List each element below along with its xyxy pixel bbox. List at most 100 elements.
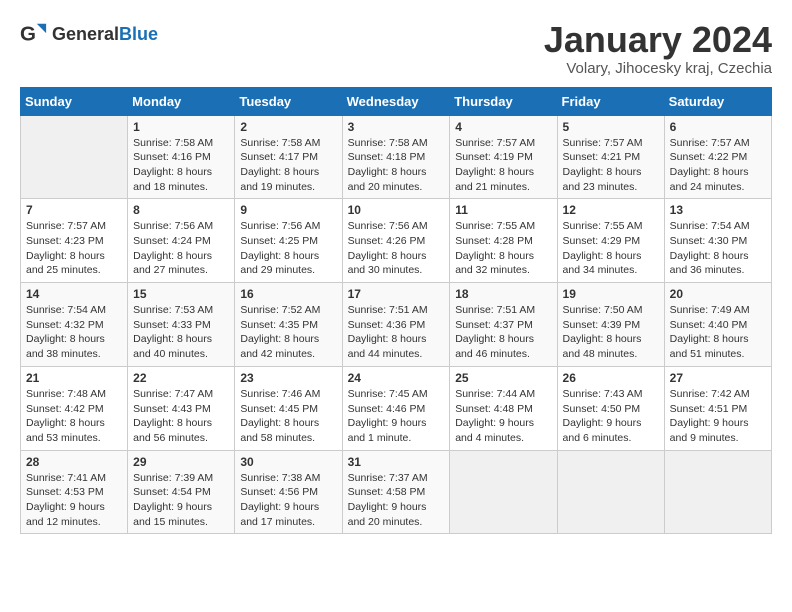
day-header-monday: Monday (128, 87, 235, 115)
day-header-sunday: Sunday (21, 87, 128, 115)
day-number: 1 (133, 120, 229, 134)
cell-info: Sunrise: 7:56 AMSunset: 4:26 PMDaylight:… (348, 219, 445, 278)
logo-blue: Blue (119, 24, 158, 44)
calendar-cell (21, 115, 128, 199)
day-number: 30 (240, 455, 336, 469)
calendar-cell: 26 Sunrise: 7:43 AMSunset: 4:50 PMDayligh… (557, 366, 664, 450)
cell-info: Sunrise: 7:57 AMSunset: 4:22 PMDaylight:… (670, 136, 766, 195)
day-number: 4 (455, 120, 551, 134)
calendar-cell: 21Sunrise: 7:48 AMSunset: 4:42 PMDayligh… (21, 366, 128, 450)
calendar-cell: 14Sunrise: 7:54 AMSunset: 4:32 PMDayligh… (21, 283, 128, 367)
day-number: 6 (670, 120, 766, 134)
cell-info: Sunrise: 7:38 AMSunset: 4:56 PMDaylight:… (240, 471, 336, 530)
cell-info: Sunrise: 7:47 AMSunset: 4:43 PMDaylight:… (133, 387, 229, 446)
calendar-cell: 4 Sunrise: 7:57 AMSunset: 4:19 PMDaylight… (450, 115, 557, 199)
day-number: 18 (455, 287, 551, 301)
day-number: 24 (348, 371, 445, 385)
calendar-cell (664, 450, 771, 534)
svg-text:G: G (20, 23, 36, 46)
cell-info: Sunrise: 7:51 AMSunset: 4:36 PMDaylight:… (348, 303, 445, 362)
cell-info: Sunrise: 7:56 AMSunset: 4:25 PMDaylight:… (240, 219, 336, 278)
calendar-cell: 15 Sunrise: 7:53 AMSunset: 4:33 PMDayligh… (128, 283, 235, 367)
cell-info: Sunrise: 7:39 AMSunset: 4:54 PMDaylight:… (133, 471, 229, 530)
calendar-week-row: 28Sunrise: 7:41 AMSunset: 4:53 PMDayligh… (21, 450, 772, 534)
day-number: 26 (563, 371, 659, 385)
calendar-week-row: 7 Sunrise: 7:57 AMSunset: 4:23 PMDaylight… (21, 199, 772, 283)
calendar-cell: 29 Sunrise: 7:39 AMSunset: 4:54 PMDayligh… (128, 450, 235, 534)
cell-info: Sunrise: 7:58 AMSunset: 4:17 PMDaylight:… (240, 136, 336, 195)
cell-info: Sunrise: 7:58 AMSunset: 4:16 PMDaylight:… (133, 136, 229, 195)
cell-info: Sunrise: 7:50 AMSunset: 4:39 PMDaylight:… (563, 303, 659, 362)
calendar-cell: 19 Sunrise: 7:50 AMSunset: 4:39 PMDayligh… (557, 283, 664, 367)
cell-info: Sunrise: 7:44 AMSunset: 4:48 PMDaylight:… (455, 387, 551, 446)
day-number: 17 (348, 287, 445, 301)
calendar-cell (557, 450, 664, 534)
calendar-cell: 25 Sunrise: 7:44 AMSunset: 4:48 PMDayligh… (450, 366, 557, 450)
day-header-tuesday: Tuesday (235, 87, 342, 115)
day-header-saturday: Saturday (664, 87, 771, 115)
calendar-cell (450, 450, 557, 534)
logo-general: General (52, 24, 119, 44)
day-header-thursday: Thursday (450, 87, 557, 115)
calendar-cell: 12 Sunrise: 7:55 AMSunset: 4:29 PMDayligh… (557, 199, 664, 283)
day-number: 10 (348, 203, 445, 217)
day-number: 16 (240, 287, 336, 301)
day-number: 19 (563, 287, 659, 301)
calendar-cell: 11 Sunrise: 7:55 AMSunset: 4:28 PMDayligh… (450, 199, 557, 283)
calendar-cell: 7 Sunrise: 7:57 AMSunset: 4:23 PMDaylight… (21, 199, 128, 283)
calendar-table: SundayMondayTuesdayWednesdayThursdayFrid… (20, 87, 772, 535)
calendar-cell: 17 Sunrise: 7:51 AMSunset: 4:36 PMDayligh… (342, 283, 450, 367)
day-number: 5 (563, 120, 659, 134)
day-number: 23 (240, 371, 336, 385)
day-number: 31 (348, 455, 445, 469)
calendar-cell: 18Sunrise: 7:51 AMSunset: 4:37 PMDayligh… (450, 283, 557, 367)
page-header: G GeneralBlue January 2024 Volary, Jihoc… (20, 20, 772, 77)
logo: G GeneralBlue (20, 20, 158, 48)
calendar-cell: 2 Sunrise: 7:58 AMSunset: 4:17 PMDaylight… (235, 115, 342, 199)
day-number: 2 (240, 120, 336, 134)
calendar-cell: 13 Sunrise: 7:54 AMSunset: 4:30 PMDayligh… (664, 199, 771, 283)
cell-info: Sunrise: 7:57 AMSunset: 4:19 PMDaylight:… (455, 136, 551, 195)
day-number: 27 (670, 371, 766, 385)
day-header-friday: Friday (557, 87, 664, 115)
cell-info: Sunrise: 7:55 AMSunset: 4:28 PMDaylight:… (455, 219, 551, 278)
calendar-cell: 30 Sunrise: 7:38 AMSunset: 4:56 PMDayligh… (235, 450, 342, 534)
cell-info: Sunrise: 7:37 AMSunset: 4:58 PMDaylight:… (348, 471, 445, 530)
day-number: 20 (670, 287, 766, 301)
cell-info: Sunrise: 7:53 AMSunset: 4:33 PMDaylight:… (133, 303, 229, 362)
cell-info: Sunrise: 7:55 AMSunset: 4:29 PMDaylight:… (563, 219, 659, 278)
cell-info: Sunrise: 7:46 AMSunset: 4:45 PMDaylight:… (240, 387, 336, 446)
cell-info: Sunrise: 7:57 AMSunset: 4:23 PMDaylight:… (26, 219, 122, 278)
calendar-cell: 20Sunrise: 7:49 AMSunset: 4:40 PMDayligh… (664, 283, 771, 367)
day-number: 8 (133, 203, 229, 217)
cell-info: Sunrise: 7:54 AMSunset: 4:30 PMDaylight:… (670, 219, 766, 278)
day-number: 7 (26, 203, 122, 217)
calendar-cell: 27 Sunrise: 7:42 AMSunset: 4:51 PMDayligh… (664, 366, 771, 450)
calendar-cell: 10 Sunrise: 7:56 AMSunset: 4:26 PMDayligh… (342, 199, 450, 283)
calendar-cell: 31 Sunrise: 7:37 AMSunset: 4:58 PMDayligh… (342, 450, 450, 534)
logo-wordmark: GeneralBlue (52, 24, 158, 45)
title-area: January 2024 Volary, Jihocesky kraj, Cze… (544, 20, 772, 77)
day-number: 29 (133, 455, 229, 469)
calendar-cell: 23 Sunrise: 7:46 AMSunset: 4:45 PMDayligh… (235, 366, 342, 450)
calendar-week-row: 21Sunrise: 7:48 AMSunset: 4:42 PMDayligh… (21, 366, 772, 450)
day-number: 13 (670, 203, 766, 217)
calendar-week-row: 1 Sunrise: 7:58 AMSunset: 4:16 PMDaylight… (21, 115, 772, 199)
calendar-cell: 24 Sunrise: 7:45 AMSunset: 4:46 PMDayligh… (342, 366, 450, 450)
cell-info: Sunrise: 7:42 AMSunset: 4:51 PMDaylight:… (670, 387, 766, 446)
calendar-cell: 3Sunrise: 7:58 AMSunset: 4:18 PMDaylight… (342, 115, 450, 199)
calendar-cell: 8Sunrise: 7:56 AMSunset: 4:24 PMDaylight… (128, 199, 235, 283)
calendar-cell: 9Sunrise: 7:56 AMSunset: 4:25 PMDaylight… (235, 199, 342, 283)
cell-info: Sunrise: 7:48 AMSunset: 4:42 PMDaylight:… (26, 387, 122, 446)
day-header-wednesday: Wednesday (342, 87, 450, 115)
day-number: 25 (455, 371, 551, 385)
calendar-cell: 1 Sunrise: 7:58 AMSunset: 4:16 PMDaylight… (128, 115, 235, 199)
cell-info: Sunrise: 7:45 AMSunset: 4:46 PMDaylight:… (348, 387, 445, 446)
day-number: 12 (563, 203, 659, 217)
cell-info: Sunrise: 7:57 AMSunset: 4:21 PMDaylight:… (563, 136, 659, 195)
day-number: 15 (133, 287, 229, 301)
day-number: 3 (348, 120, 445, 134)
day-number: 11 (455, 203, 551, 217)
cell-info: Sunrise: 7:52 AMSunset: 4:35 PMDaylight:… (240, 303, 336, 362)
cell-info: Sunrise: 7:43 AMSunset: 4:50 PMDaylight:… (563, 387, 659, 446)
